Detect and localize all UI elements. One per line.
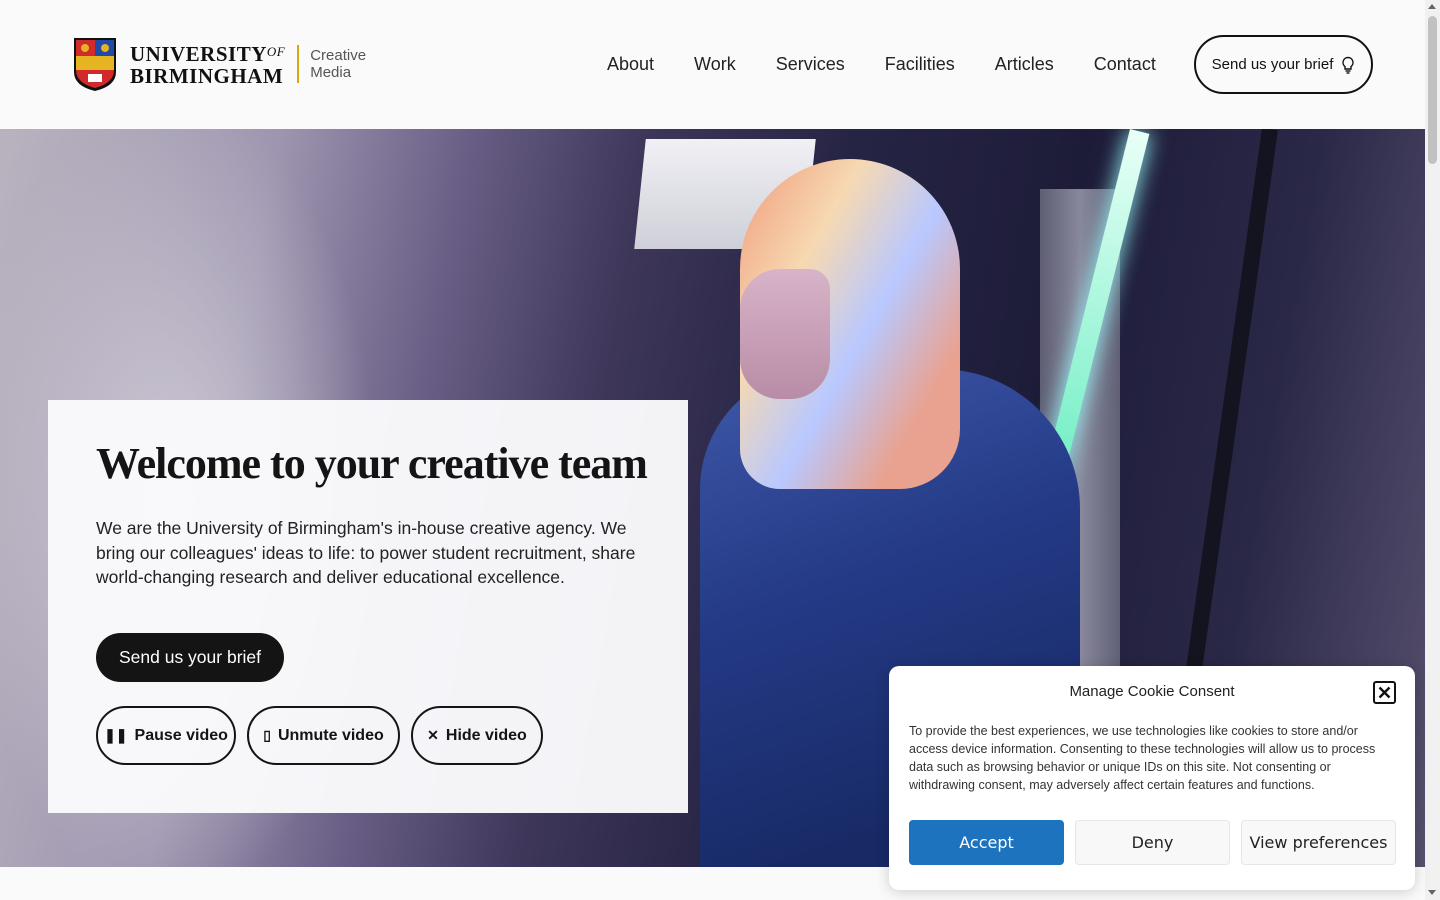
creative-media-line1: Creative [310, 47, 367, 64]
video-controls: ❚❚ Pause video ▯ Unmute video ✕ Hide vid… [96, 706, 554, 765]
nav-contact[interactable]: Contact [1094, 53, 1156, 75]
cookie-deny-button[interactable]: Deny [1075, 820, 1230, 865]
hero-title: Welcome to your creative team [96, 439, 648, 488]
creative-media-line2: Media [310, 64, 352, 81]
nav-articles[interactable]: Articles [995, 53, 1054, 75]
lightbulb-icon [1342, 56, 1355, 74]
cookie-accept-button[interactable]: Accept [909, 820, 1064, 865]
hide-video-label: Hide video [445, 726, 527, 744]
scroll-down-arrow-icon[interactable] [1428, 890, 1436, 895]
hide-video-button[interactable]: ✕ Hide video [411, 706, 543, 765]
pause-video-label: Pause video [134, 726, 228, 744]
scroll-up-arrow-icon[interactable] [1428, 4, 1436, 9]
nav-about[interactable]: About [607, 53, 654, 75]
pause-icon: ❚❚ [104, 727, 128, 743]
cookie-actions: Accept Deny View preferences [909, 820, 1407, 865]
page-scrollbar[interactable] [1425, 0, 1440, 900]
cookie-consent-dialog: Manage Cookie Consent To provide the bes… [889, 666, 1415, 890]
site-header: UNIVERSITYOF BIRMINGHAM Creative Media A… [0, 0, 1425, 129]
hero-send-brief-button[interactable]: Send us your brief [96, 633, 284, 682]
nav-facilities[interactable]: Facilities [885, 53, 955, 75]
header-send-brief-label: Send us your brief [1211, 56, 1334, 73]
wordmark-line2: BIRMINGHAM [130, 64, 284, 88]
hero-description: We are the University of Birmingham's in… [96, 518, 636, 587]
close-icon [1378, 686, 1391, 699]
cookie-preferences-button[interactable]: View preferences [1241, 820, 1396, 865]
logo-divider [297, 45, 300, 83]
hero-card: Welcome to your creative team We are the… [48, 400, 688, 813]
speaker-icon: ▯ [263, 727, 271, 743]
close-icon: ✕ [427, 727, 439, 743]
university-wordmark: UNIVERSITYOF BIRMINGHAM [130, 41, 285, 87]
cookie-description: To provide the best experiences, we use … [909, 724, 1376, 792]
site-logo[interactable]: UNIVERSITYOF BIRMINGHAM Creative Media [72, 36, 366, 92]
nav-work[interactable]: Work [694, 53, 736, 75]
wordmark-of: OF [266, 44, 286, 59]
cookie-close-button[interactable] [1373, 681, 1396, 704]
creative-media-label: Creative Media [310, 47, 366, 81]
cookie-title: Manage Cookie Consent [1069, 683, 1235, 700]
header-send-brief-button[interactable]: Send us your brief [1194, 35, 1373, 94]
unmute-video-button[interactable]: ▯ Unmute video [247, 706, 400, 765]
nav-services[interactable]: Services [776, 53, 845, 75]
pause-video-button[interactable]: ❚❚ Pause video [96, 706, 236, 765]
unmute-video-label: Unmute video [277, 726, 384, 744]
university-crest-icon [74, 38, 116, 91]
main-nav: About Work Services Facilities Articles … [607, 53, 1196, 75]
wordmark-line1: UNIVERSITY [130, 42, 267, 66]
scroll-thumb[interactable] [1428, 16, 1437, 164]
